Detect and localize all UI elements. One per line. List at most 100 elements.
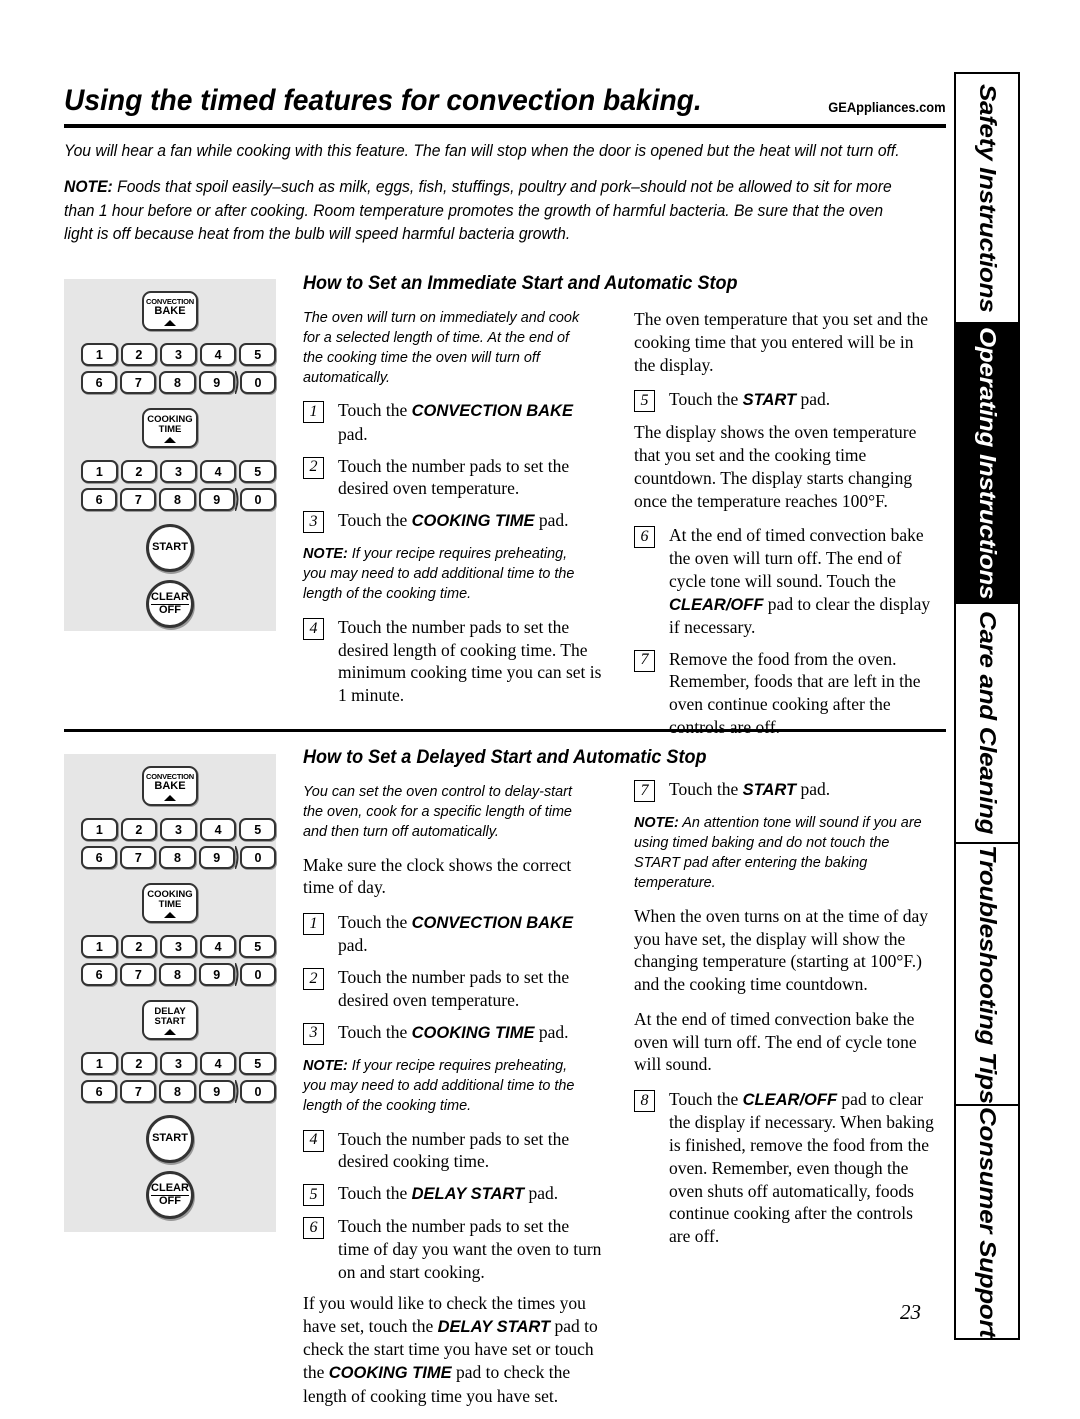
step-text: Touch the number pads to set the desired… bbox=[338, 967, 570, 1010]
num-key-1[interactable]: 1 bbox=[81, 460, 118, 483]
clear-off-button[interactable]: CLEAR OFF bbox=[146, 1171, 194, 1219]
num-key-6[interactable]: 6 bbox=[81, 1080, 118, 1103]
step-text: Touch the number pads to set the time of… bbox=[338, 1216, 602, 1282]
num-key-7[interactable]: 7 bbox=[120, 371, 157, 394]
num-key-1[interactable]: 1 bbox=[81, 935, 118, 958]
step-text-pre: Touch the bbox=[338, 912, 412, 932]
num-key-3[interactable]: 3 bbox=[160, 1052, 197, 1075]
num-key-8[interactable]: 8 bbox=[159, 1080, 196, 1103]
step-text: At the end of timed convection bake the … bbox=[669, 524, 934, 638]
section2-heading: How to Set a Delayed Start and Automatic… bbox=[303, 747, 707, 768]
step-text: Touch the START pad. bbox=[669, 388, 934, 411]
side-tab-consumer-support[interactable]: Consumer Support bbox=[956, 1106, 1018, 1338]
num-key-9[interactable]: 9 bbox=[198, 963, 235, 986]
num-key-5[interactable]: 5 bbox=[239, 935, 276, 958]
step-text-bold: START bbox=[742, 391, 797, 410]
step-text: Touch the number pads to set the desired… bbox=[338, 616, 602, 706]
num-key-2[interactable]: 2 bbox=[120, 935, 158, 958]
num-key-5[interactable]: 5 bbox=[239, 818, 276, 841]
num-key-3[interactable]: 3 bbox=[160, 460, 197, 483]
num-key-5[interactable]: 5 bbox=[239, 1052, 276, 1075]
num-key-4[interactable]: 4 bbox=[199, 935, 237, 958]
pad-label-line2: TIME bbox=[158, 898, 182, 910]
section2-check-paragraph: If you would like to check the times you… bbox=[303, 1292, 603, 1407]
side-tab-care-and-cleaning[interactable]: Care and Cleaning bbox=[956, 604, 1018, 844]
step-text: Touch the CONVECTION BAKE pad. bbox=[338, 399, 603, 445]
number-pad-row: 6 7 8 9 0 bbox=[81, 488, 277, 511]
num-key-6[interactable]: 6 bbox=[81, 846, 118, 869]
num-key-5[interactable]: 5 bbox=[239, 460, 276, 483]
step-number: 7 bbox=[634, 780, 655, 802]
clear-off-button[interactable]: CLEAR OFF bbox=[146, 580, 194, 628]
num-key-9[interactable]: 9 bbox=[198, 846, 235, 869]
site-url[interactable]: GEAppliances.com bbox=[829, 99, 946, 118]
side-tab-operating-instructions[interactable]: Operating Instructions bbox=[956, 324, 1018, 604]
num-key-2[interactable]: 2 bbox=[120, 460, 158, 483]
number-pad-row: 1 2 3 4 5 bbox=[81, 935, 276, 958]
num-key-6[interactable]: 6 bbox=[81, 963, 118, 986]
num-key-6[interactable]: 6 bbox=[81, 488, 118, 511]
cooking-time-pad[interactable]: COOKING TIME bbox=[142, 408, 198, 448]
intro-note: NOTE: Foods that spoil easily–such as mi… bbox=[64, 176, 902, 246]
delay-start-pad[interactable]: DELAY START bbox=[142, 1000, 198, 1040]
num-key-8[interactable]: 8 bbox=[159, 371, 196, 394]
num-key-2[interactable]: 2 bbox=[120, 818, 158, 841]
step-number: 2 bbox=[303, 456, 324, 479]
num-key-9[interactable]: 9 bbox=[198, 371, 235, 394]
num-key-1[interactable]: 1 bbox=[81, 343, 118, 366]
num-key-4[interactable]: 4 bbox=[199, 818, 237, 841]
step-text: Touch the number pads to set the desired… bbox=[338, 1128, 570, 1172]
step-item: 1 Touch the CONVECTION BAKE pad. bbox=[303, 911, 603, 957]
start-label: START bbox=[152, 541, 188, 554]
num-key-3[interactable]: 3 bbox=[160, 935, 197, 958]
num-key-2[interactable]: 2 bbox=[120, 1052, 158, 1075]
step-text-pre: Touch the bbox=[338, 400, 412, 421]
cooking-time-pad[interactable]: COOKING TIME bbox=[142, 883, 198, 923]
num-key-4[interactable]: 4 bbox=[199, 460, 237, 483]
side-tab-troubleshooting-tips[interactable]: Troubleshooting Tips bbox=[956, 844, 1018, 1106]
num-key-2[interactable]: 2 bbox=[120, 343, 158, 366]
num-key-4[interactable]: 4 bbox=[199, 1052, 237, 1075]
num-key-0[interactable]: 0 bbox=[239, 846, 277, 869]
num-key-3[interactable]: 3 bbox=[160, 343, 197, 366]
num-key-5[interactable]: 5 bbox=[239, 343, 276, 366]
start-button[interactable]: START bbox=[146, 1115, 194, 1163]
num-key-0[interactable]: 0 bbox=[239, 963, 277, 986]
step-text-pre: Touch the bbox=[338, 1021, 412, 1042]
num-key-7[interactable]: 7 bbox=[120, 488, 157, 511]
num-key-0[interactable]: 0 bbox=[239, 1080, 277, 1103]
num-key-9[interactable]: 9 bbox=[198, 1080, 235, 1103]
manual-page: Safety Instructions Operating Instructio… bbox=[0, 0, 1080, 1406]
step-text-post: pad. bbox=[534, 1021, 569, 1042]
step-number: 5 bbox=[634, 390, 655, 413]
num-key-7[interactable]: 7 bbox=[120, 1080, 157, 1103]
side-tab-label: Troubleshooting Tips bbox=[974, 844, 1001, 1104]
num-key-1[interactable]: 1 bbox=[81, 1052, 118, 1075]
num-key-0[interactable]: 0 bbox=[239, 371, 277, 394]
num-key-8[interactable]: 8 bbox=[159, 846, 196, 869]
side-tab-safety-instructions[interactable]: Safety Instructions bbox=[956, 74, 1018, 324]
step-text-post: pad. bbox=[338, 423, 368, 444]
num-key-0[interactable]: 0 bbox=[239, 488, 277, 511]
num-key-7[interactable]: 7 bbox=[120, 963, 157, 986]
num-key-6[interactable]: 6 bbox=[81, 371, 118, 394]
convection-bake-pad[interactable]: CONVECTION BAKE bbox=[142, 766, 198, 806]
num-key-3[interactable]: 3 bbox=[160, 818, 197, 841]
step-text-pre: Touch the bbox=[669, 1089, 743, 1109]
convection-bake-pad[interactable]: CONVECTION BAKE bbox=[142, 291, 198, 331]
section1-right-column: The oven temperature that you set and th… bbox=[634, 308, 934, 748]
num-key-8[interactable]: 8 bbox=[159, 488, 196, 511]
step-number: 5 bbox=[303, 1184, 324, 1206]
step-item: 7 Remove the food from the oven. Remembe… bbox=[634, 648, 934, 739]
num-key-7[interactable]: 7 bbox=[120, 846, 157, 869]
note-label: NOTE: bbox=[634, 814, 679, 831]
num-key-4[interactable]: 4 bbox=[199, 343, 237, 366]
pad-label-line2: BAKE bbox=[154, 304, 186, 317]
step-text-post: pad. bbox=[796, 389, 831, 410]
section2-clock-paragraph: Make sure the clock shows the correct ti… bbox=[303, 854, 572, 898]
step-item: 2 Touch the number pads to set the desir… bbox=[303, 455, 603, 501]
num-key-8[interactable]: 8 bbox=[159, 963, 196, 986]
start-button[interactable]: START bbox=[146, 524, 194, 572]
num-key-1[interactable]: 1 bbox=[81, 818, 118, 841]
num-key-9[interactable]: 9 bbox=[198, 488, 235, 511]
